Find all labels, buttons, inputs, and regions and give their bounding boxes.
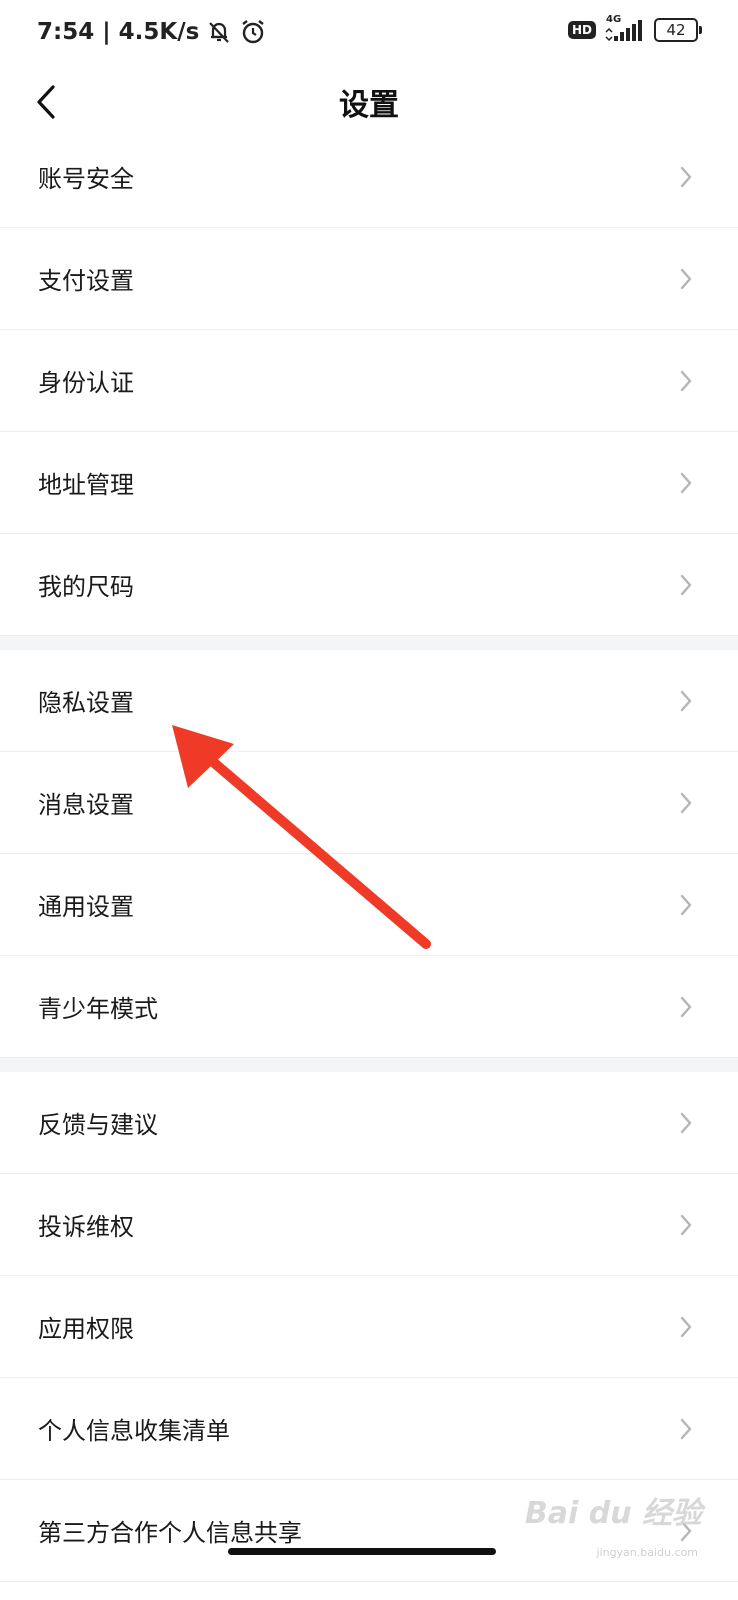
settings-row-label: 地址管理 <box>38 471 134 499</box>
chevron-right-icon <box>676 1316 696 1337</box>
settings-row[interactable]: 投诉维权 <box>0 1174 738 1276</box>
chevron-right-icon <box>676 1112 696 1133</box>
status-left: 7:54 | 4.5K/s <box>37 18 267 46</box>
section-divider <box>0 1058 738 1072</box>
settings-row-label: 身份认证 <box>38 369 134 397</box>
bell-off-icon <box>205 18 233 46</box>
chevron-right-icon <box>676 894 696 915</box>
chevron-right-icon <box>676 690 696 711</box>
settings-row[interactable]: 地址管理 <box>0 432 738 534</box>
settings-row[interactable]: 青少年模式 <box>0 956 738 1058</box>
settings-row-label: 反馈与建议 <box>38 1111 158 1139</box>
chevron-right-icon <box>676 996 696 1017</box>
settings-row-label: 消息设置 <box>38 791 134 819</box>
settings-row[interactable]: 个人信息收集清单 <box>0 1378 738 1480</box>
settings-row[interactable]: 账号安全 <box>0 126 738 228</box>
settings-row[interactable]: 身份认证 <box>0 330 738 432</box>
chevron-right-icon <box>676 1418 696 1439</box>
settings-row-label: 通用设置 <box>38 893 134 921</box>
chevron-right-icon <box>676 1214 696 1235</box>
baidu-watermark: Bai du 经验 <box>524 1496 702 1531</box>
settings-row-label: 青少年模式 <box>38 995 158 1023</box>
chevron-right-icon <box>676 472 696 493</box>
battery-indicator: 42 <box>654 18 702 42</box>
hd-badge: HD <box>567 21 596 39</box>
settings-row-label: 第三方合作个人信息共享 <box>38 1519 302 1547</box>
chevron-right-icon <box>676 792 696 813</box>
settings-row-label: 应用权限 <box>38 1315 134 1343</box>
section-divider <box>0 636 738 650</box>
settings-row-label: 我的尺码 <box>38 573 134 601</box>
settings-list: 账号安全支付设置身份认证地址管理我的尺码隐私设置消息设置通用设置青少年模式反馈与… <box>0 126 738 1582</box>
chevron-right-icon <box>676 268 696 289</box>
chevron-right-icon <box>676 370 696 391</box>
settings-row-label: 账号安全 <box>38 165 134 193</box>
chevron-right-icon <box>676 574 696 595</box>
network-speed: 4.5K/s <box>118 19 200 45</box>
alarm-icon <box>239 18 267 46</box>
settings-row[interactable]: 消息设置 <box>0 752 738 854</box>
settings-row[interactable]: 应用权限 <box>0 1276 738 1378</box>
chevron-right-icon <box>676 166 696 187</box>
settings-row-label: 投诉维权 <box>38 1213 134 1241</box>
status-separator: | <box>102 19 111 45</box>
status-time: 7:54 <box>37 19 95 45</box>
settings-row[interactable]: 隐私设置 <box>0 650 738 752</box>
status-right: HD 4G 42 <box>567 14 702 42</box>
home-indicator[interactable] <box>228 1548 496 1555</box>
baidu-watermark-url: jingyan.baidu.com <box>596 1546 698 1559</box>
signal-icon: 4G <box>604 14 646 42</box>
settings-row-label: 隐私设置 <box>38 689 134 717</box>
status-bar: 7:54 | 4.5K/s HD 4G 42 <box>0 0 738 64</box>
settings-row-label: 支付设置 <box>38 267 134 295</box>
settings-row[interactable]: 通用设置 <box>0 854 738 956</box>
settings-row-label: 个人信息收集清单 <box>38 1417 230 1445</box>
page-title: 设置 <box>339 88 399 123</box>
settings-row[interactable]: 我的尺码 <box>0 534 738 636</box>
settings-row[interactable]: 支付设置 <box>0 228 738 330</box>
settings-row[interactable]: 反馈与建议 <box>0 1072 738 1174</box>
